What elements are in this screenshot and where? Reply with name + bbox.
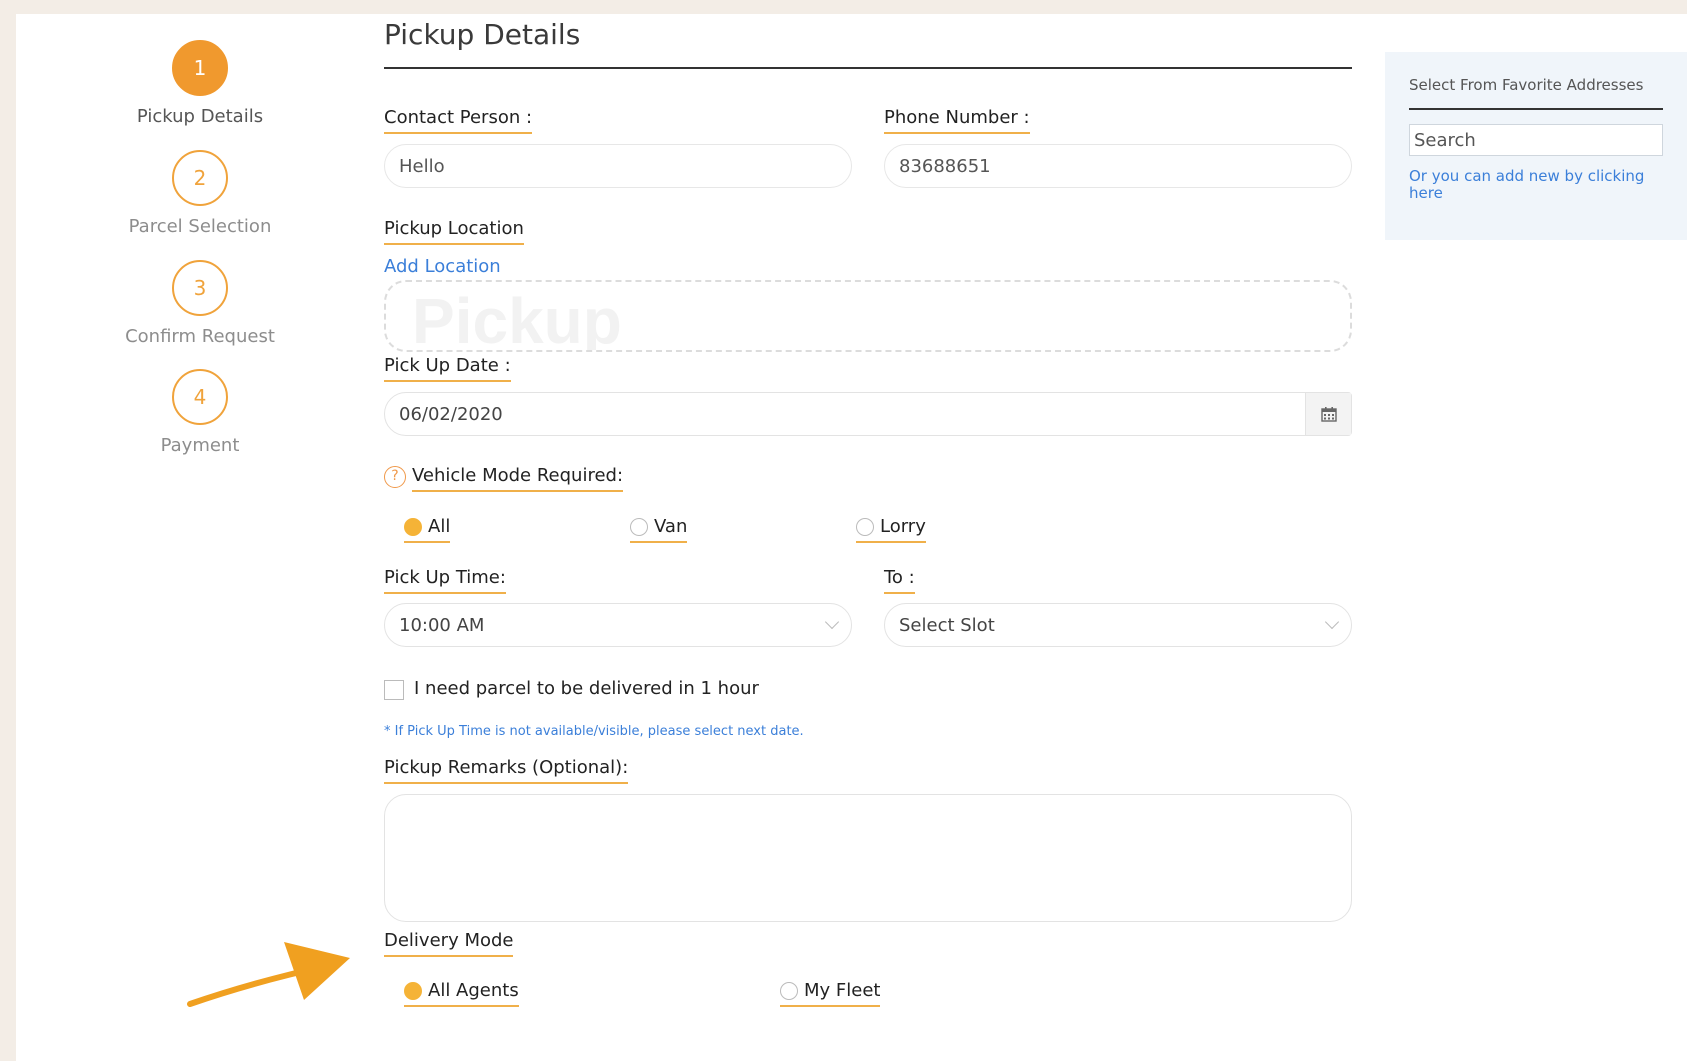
contact-person-input[interactable]: Hello [384,144,852,188]
step-label: Confirm Request [125,326,275,347]
annotation-arrow-icon [187,942,350,1007]
radio-button [630,517,648,536]
step-number: 1 [172,40,228,96]
step-payment[interactable]: 4 Payment [100,369,300,456]
favorite-addresses-title: Select From Favorite Addresses [1409,76,1644,94]
to-label: To : [884,567,915,594]
radio-label: All [428,516,451,537]
one-hour-label[interactable]: I need parcel to be delivered in 1 hour [414,678,759,699]
pickup-time-label: Pick Up Time: [384,567,506,594]
pickup-time-select[interactable]: 10:00 AM [384,603,852,647]
pickup-date-label: Pick Up Date : [384,355,511,382]
favorite-addresses-divider [1409,108,1663,110]
step-label: Payment [160,435,240,456]
chevron-down-icon [824,614,840,630]
pickup-date-input[interactable]: 06/02/2020 [384,392,1352,436]
radio-button [780,981,798,1000]
pickup-remarks-textarea[interactable] [384,794,1352,922]
step-number: 3 [172,260,228,316]
pickup-watermark: Pickup [412,285,622,352]
vehicle-option-lorry[interactable]: Lorry [856,516,926,543]
delivery-mode-label: Delivery Mode [384,930,514,957]
favorite-addresses-panel: Select From Favorite Addresses Search Or… [1385,52,1687,240]
radio-button-selected [404,981,422,1000]
delivery-option-my-fleet[interactable]: My Fleet [780,980,881,1007]
to-slot-value: Select Slot [899,614,995,636]
title-divider [384,67,1352,69]
pickup-location-box[interactable]: Pickup [384,280,1352,352]
add-favorite-link[interactable]: Or you can add new by clicking here [1409,168,1669,202]
step-number: 4 [172,369,228,425]
vehicle-mode-label: Vehicle Mode Required: [412,465,624,492]
one-hour-checkbox[interactable] [384,680,404,700]
step-label: Parcel Selection [128,216,272,237]
vehicle-option-all[interactable]: All [404,516,451,543]
vehicle-option-van[interactable]: Van [630,516,688,543]
help-icon[interactable]: ? [384,466,406,488]
to-slot-select[interactable]: Select Slot [884,603,1352,647]
radio-button [856,517,874,536]
delivery-option-all-agents[interactable]: All Agents [404,980,519,1007]
page-title: Pickup Details [384,18,581,51]
radio-label: Van [654,516,688,537]
radio-label: Lorry [880,516,926,537]
contact-person-label: Contact Person : [384,107,533,134]
step-parcel-selection[interactable]: 2 Parcel Selection [100,150,300,237]
radio-label: All Agents [428,980,519,1001]
step-confirm-request[interactable]: 3 Confirm Request [100,260,300,347]
calendar-icon[interactable] [1305,393,1351,435]
step-pickup-details[interactable]: 1 Pickup Details [100,40,300,127]
step-number: 2 [172,150,228,206]
pickup-time-note: * If Pick Up Time is not available/visib… [384,724,804,739]
pickup-location-label: Pickup Location [384,218,524,245]
phone-number-label: Phone Number : [884,107,1030,134]
pickup-time-value: 10:00 AM [399,614,485,636]
chevron-down-icon [1324,614,1340,630]
phone-number-input[interactable]: 83688651 [884,144,1352,188]
add-location-link[interactable]: Add Location [384,256,501,277]
radio-label: My Fleet [804,980,881,1001]
favorite-search-input[interactable]: Search [1409,124,1663,156]
pickup-remarks-label: Pickup Remarks (Optional): [384,757,629,784]
radio-button-selected [404,517,422,536]
pickup-date-value: 06/02/2020 [399,403,503,425]
step-label: Pickup Details [136,106,264,127]
